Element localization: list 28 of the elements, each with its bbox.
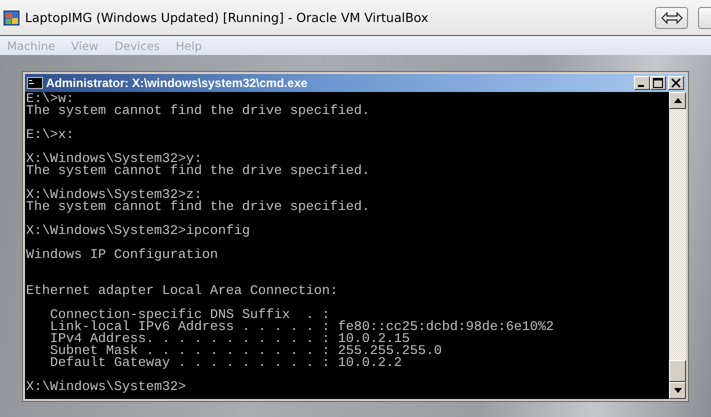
scroll-thumb[interactable]	[669, 360, 686, 382]
close-button[interactable]	[668, 76, 684, 90]
console-line: The system cannot find the drive specified.	[26, 166, 371, 178]
console-line: E:\>x:	[26, 130, 75, 142]
resize-button[interactable]	[655, 6, 688, 28]
scroll-up-button[interactable]	[669, 92, 686, 109]
down-arrow-icon	[674, 388, 682, 393]
minimize-button[interactable]	[634, 76, 650, 90]
scrollbar[interactable]	[669, 92, 686, 399]
double-arrow-icon	[660, 12, 682, 24]
console-line: Ethernet adapter Local Area Connection:	[26, 286, 339, 298]
console-icon	[27, 77, 43, 89]
maximize-icon	[653, 78, 663, 88]
console-title: Administrator: X:\windows\system32\cmd.exe	[46, 76, 308, 90]
close-icon	[671, 78, 681, 88]
minimize-icon	[638, 85, 644, 87]
up-arrow-icon	[674, 98, 682, 103]
window-title: LaptopIMG (Windows Updated) [Running] - Oracle VM VirtualBox	[25, 10, 428, 25]
maximize-button[interactable]	[650, 76, 666, 90]
console-line: Default Gateway . . . . . . . . . : 10.0.2.2	[48, 358, 403, 370]
console-line: Connection-specific DNS Suffix . :	[48, 310, 331, 322]
console-line: The system cannot find the drive specified.	[26, 106, 371, 118]
console-line: X:\Windows\System32>	[26, 382, 187, 394]
console-line: Windows IP Configuration	[26, 250, 219, 262]
app-icon	[3, 8, 21, 26]
scroll-down-button[interactable]	[669, 382, 686, 399]
console-line: The system cannot find the drive specified.	[26, 202, 371, 214]
console-line: X:\Windows\System32>ipconfig	[26, 226, 251, 238]
